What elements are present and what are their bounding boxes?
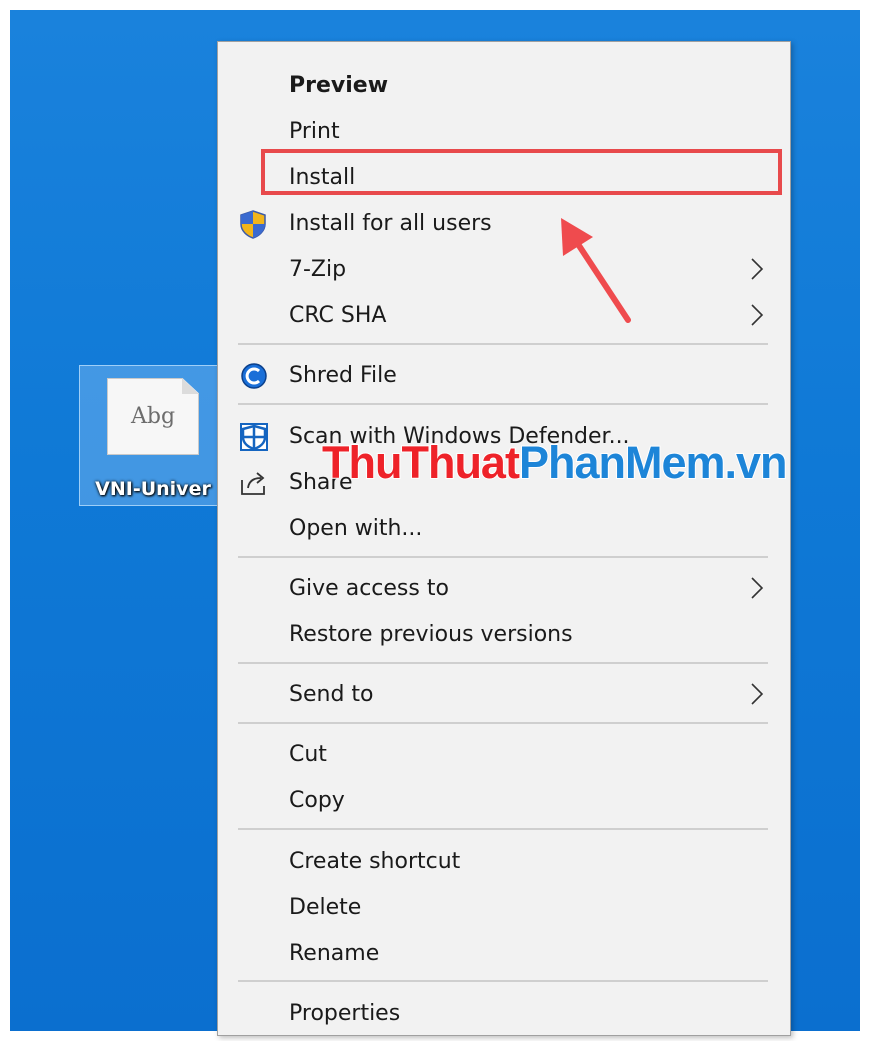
menu-item-label: CRC SHA — [289, 303, 387, 328]
menu-item-properties[interactable]: Properties — [218, 992, 790, 1032]
menu-separator — [238, 828, 768, 830]
menu-separator — [238, 662, 768, 664]
menu-item-shred-file[interactable]: Shred File — [218, 354, 790, 394]
chevron-right-icon — [750, 576, 764, 600]
menu-item-preview[interactable]: Preview — [218, 64, 790, 104]
menu-item-crc-sha[interactable]: CRC SHA — [218, 294, 790, 334]
menu-item-send-to[interactable]: Send to — [218, 673, 790, 713]
menu-item-label: 7-Zip — [289, 257, 347, 282]
menu-item-restore-versions[interactable]: Restore previous versions — [218, 613, 790, 653]
menu-item-7zip[interactable]: 7-Zip — [218, 248, 790, 288]
menu-item-install-all-users[interactable]: Install for all users — [218, 202, 790, 242]
menu-separator — [238, 980, 768, 982]
menu-item-label: Properties — [289, 1001, 401, 1026]
menu-separator — [238, 343, 768, 345]
font-file-icon[interactable]: Abg VNI-Univer — [79, 365, 225, 506]
file-name-label: VNI-Univer — [95, 478, 211, 500]
watermark-part-3: .vn — [723, 436, 788, 489]
share-icon — [236, 468, 270, 496]
menu-item-label: Preview — [289, 73, 389, 98]
shred-file-icon — [236, 361, 270, 389]
chevron-right-icon — [750, 257, 764, 281]
menu-item-open-with[interactable]: Open with... — [218, 507, 790, 547]
menu-item-delete[interactable]: Delete — [218, 886, 790, 926]
chevron-right-icon — [750, 682, 764, 706]
menu-separator — [238, 556, 768, 558]
menu-item-label: Open with... — [289, 516, 423, 541]
pointer-arrow-icon — [561, 218, 631, 323]
menu-item-copy[interactable]: Copy — [218, 779, 790, 819]
windows-defender-icon — [236, 422, 270, 451]
watermark-part-1: ThuThuat — [321, 436, 521, 489]
menu-item-label: Rename — [289, 941, 380, 966]
watermark-logo: ThuThuatPhanMem.vn — [321, 436, 789, 489]
menu-item-label: Create shortcut — [289, 849, 461, 874]
menu-item-label: Print — [289, 119, 340, 144]
menu-item-label: Delete — [289, 895, 362, 920]
uac-shield-icon — [236, 209, 270, 239]
menu-item-create-shortcut[interactable]: Create shortcut — [218, 840, 790, 880]
menu-item-label: Install for all users — [289, 211, 492, 236]
install-highlight-box — [261, 149, 782, 195]
menu-item-label: Copy — [289, 788, 345, 813]
menu-item-label: Send to — [289, 682, 374, 707]
chevron-right-icon — [750, 303, 764, 327]
watermark-part-2: PhanMem — [518, 436, 727, 489]
font-preview-glyph: Abg — [130, 404, 176, 429]
menu-item-cut[interactable]: Cut — [218, 733, 790, 773]
menu-item-rename[interactable]: Rename — [218, 932, 790, 972]
menu-item-label: Restore previous versions — [289, 622, 573, 647]
menu-separator — [238, 722, 768, 724]
menu-item-print[interactable]: Print — [218, 110, 790, 150]
menu-item-label: Give access to — [289, 576, 449, 601]
menu-item-give-access[interactable]: Give access to — [218, 567, 790, 607]
menu-separator — [238, 403, 768, 405]
menu-item-label: Shred File — [289, 363, 397, 388]
menu-item-label: Cut — [289, 742, 327, 767]
